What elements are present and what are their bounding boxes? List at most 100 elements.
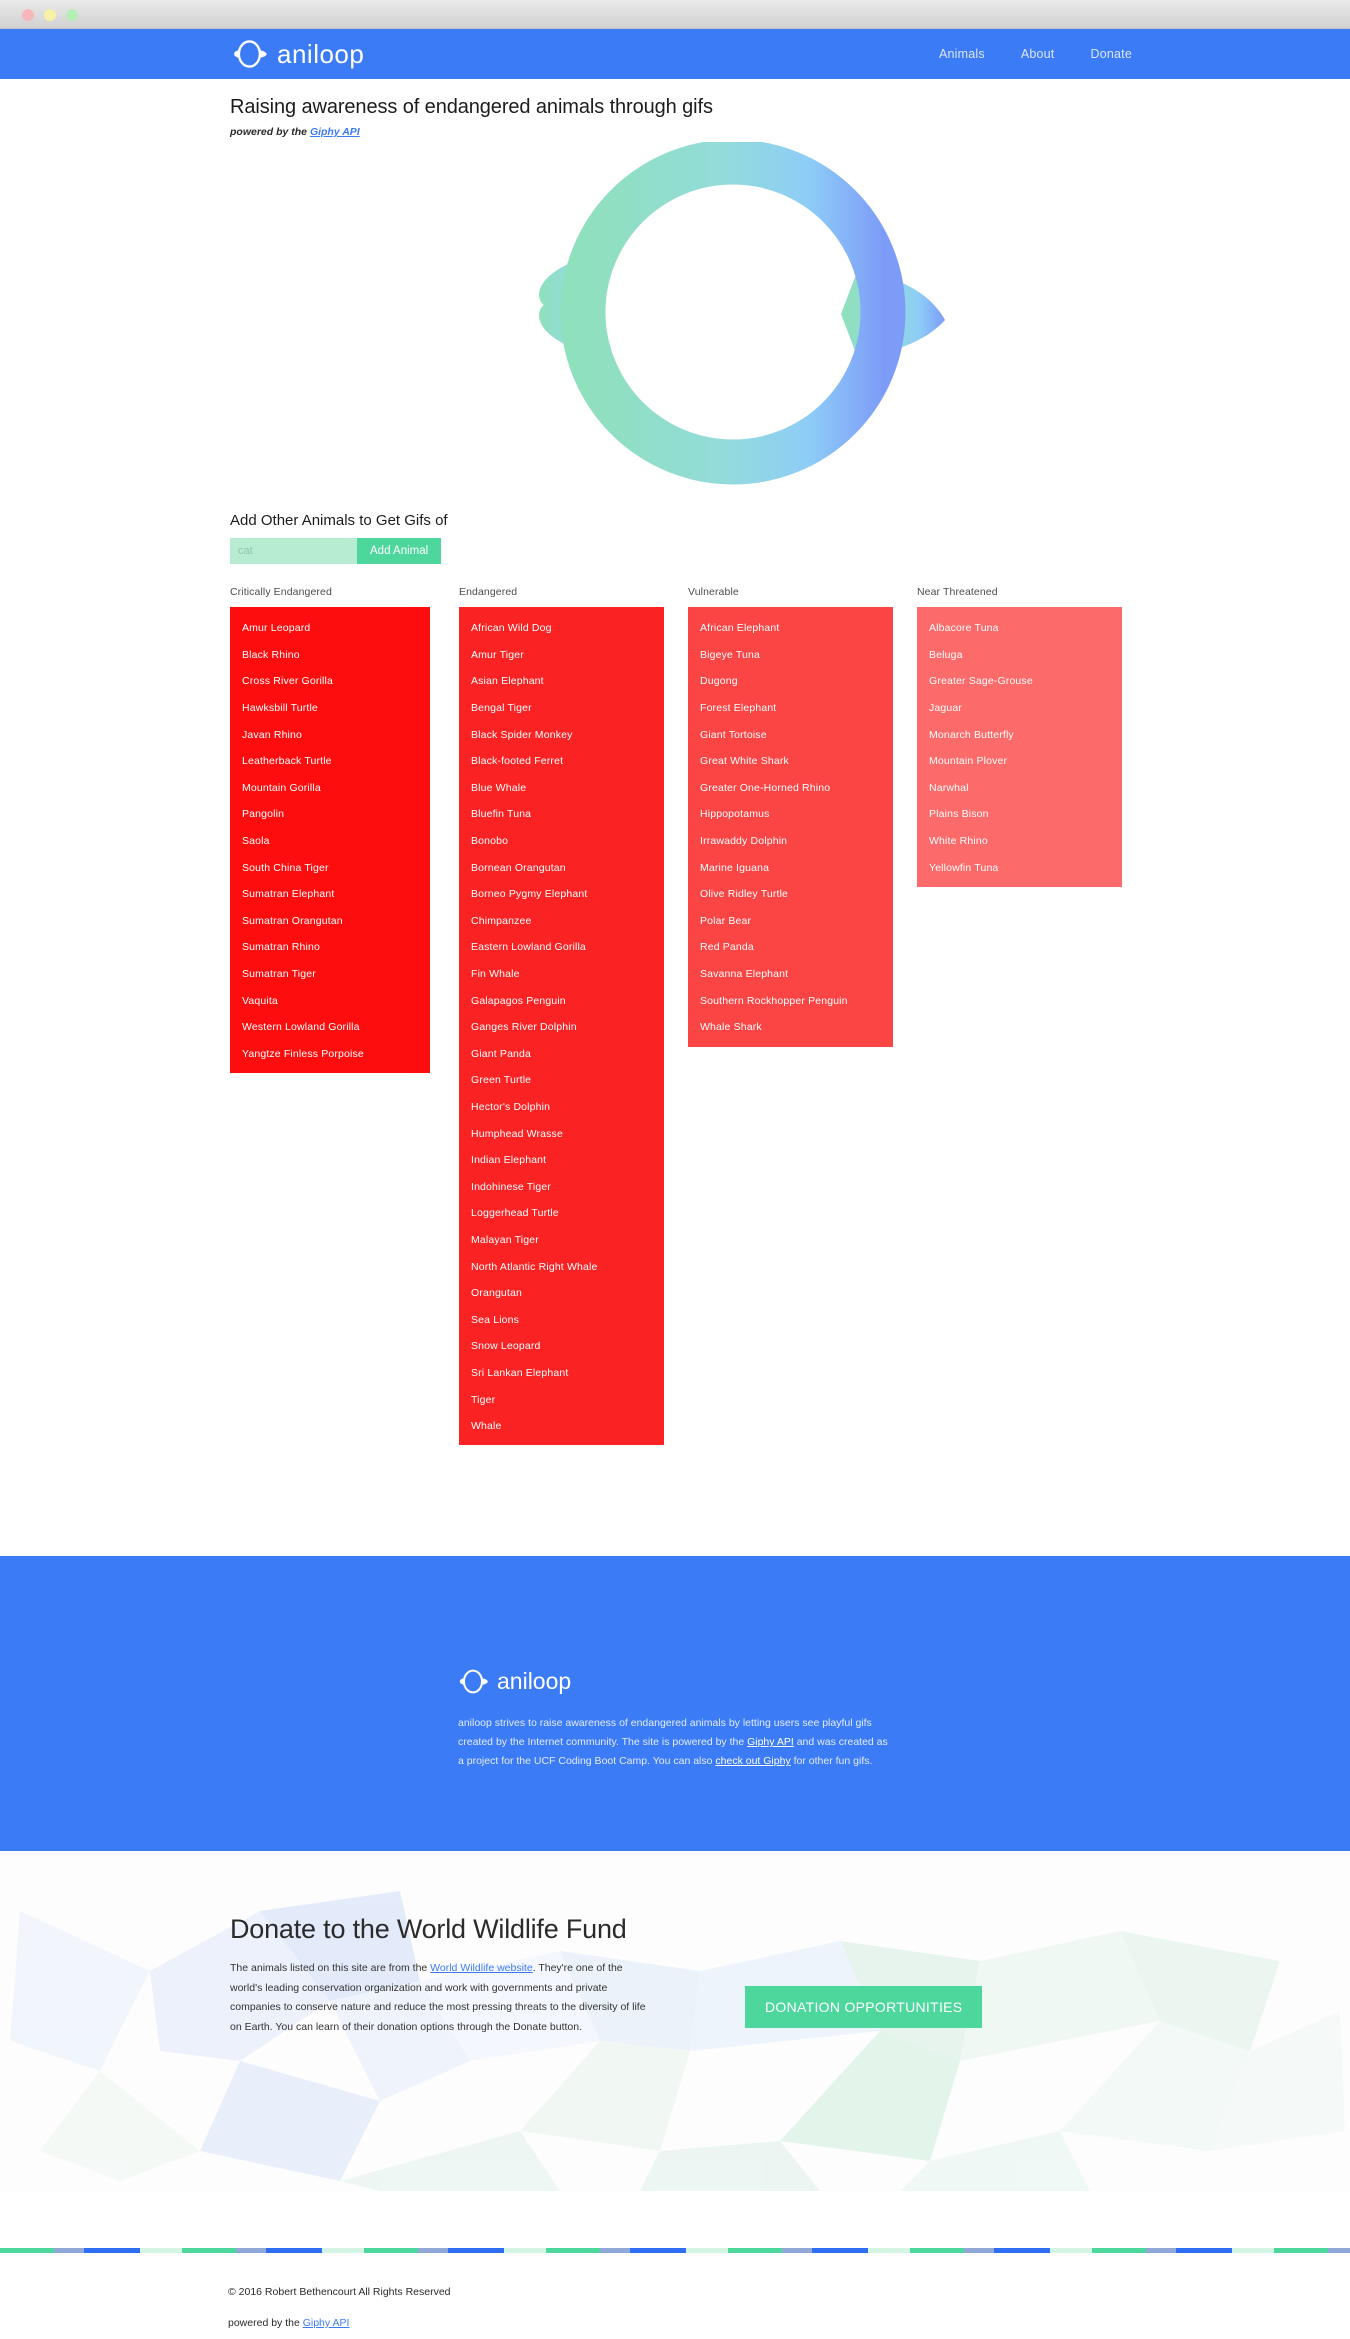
- animal-list-item[interactable]: Galapagos Penguin: [459, 987, 664, 1014]
- animal-list-item[interactable]: Fin Whale: [459, 961, 664, 988]
- about-text-3: for other fun gifs.: [790, 1755, 873, 1768]
- hero-powered-prefix: powered by the: [230, 126, 310, 138]
- animal-list-item[interactable]: Plains Bison: [917, 801, 1122, 828]
- animal-columns: Critically Endangered Amur Leopard Black …: [230, 586, 1240, 1446]
- animal-list-item[interactable]: Polar Bear: [688, 908, 893, 935]
- animal-list-item[interactable]: Savanna Elephant: [688, 961, 893, 988]
- animal-list-item[interactable]: African Elephant: [688, 615, 893, 642]
- animal-list-item[interactable]: Red Panda: [688, 934, 893, 961]
- column-heading: Critically Endangered: [230, 586, 332, 598]
- animal-list-item[interactable]: Asian Elephant: [459, 668, 664, 695]
- animal-list-item[interactable]: Leatherback Turtle: [230, 748, 430, 775]
- animal-list-item[interactable]: Bornean Orangutan: [459, 854, 664, 881]
- animal-list-item[interactable]: Green Turtle: [459, 1067, 664, 1094]
- close-window-button[interactable]: [22, 9, 34, 21]
- animal-list-item[interactable]: Bigeye Tuna: [688, 642, 893, 669]
- animal-list-item[interactable]: African Wild Dog: [459, 615, 664, 642]
- animal-list-item[interactable]: Bonobo: [459, 828, 664, 855]
- animal-list-item[interactable]: Greater One-Horned Rhino: [688, 775, 893, 802]
- animal-list-item[interactable]: Black Spider Monkey: [459, 721, 664, 748]
- animal-list-item[interactable]: Giant Panda: [459, 1041, 664, 1068]
- animal-list-item[interactable]: Eastern Lowland Gorilla: [459, 934, 664, 961]
- animal-list-item[interactable]: Amur Leopard: [230, 615, 430, 642]
- animal-list-item[interactable]: Sri Lankan Elephant: [459, 1360, 664, 1387]
- animal-list-item[interactable]: Whale Shark: [688, 1014, 893, 1041]
- animal-list-item[interactable]: Monarch Butterfly: [917, 721, 1122, 748]
- add-animal-button[interactable]: Add Animal: [357, 538, 442, 564]
- animal-list-item[interactable]: Albacore Tuna: [917, 615, 1122, 642]
- animal-list-item[interactable]: Western Lowland Gorilla: [230, 1014, 430, 1041]
- animal-list-item[interactable]: Borneo Pygmy Elephant: [459, 881, 664, 908]
- animal-list-item[interactable]: Humphead Wrasse: [459, 1120, 664, 1147]
- animal-list-item[interactable]: Sumatran Orangutan: [230, 908, 430, 935]
- animal-list-item[interactable]: Giant Tortoise: [688, 721, 893, 748]
- navbar-brand[interactable]: aniloop: [232, 38, 364, 70]
- animal-list-item[interactable]: Yangtze Finless Porpoise: [230, 1041, 430, 1068]
- animal-list-item[interactable]: South China Tiger: [230, 854, 430, 881]
- animal-list-item[interactable]: Sumatran Rhino: [230, 934, 430, 961]
- animal-list-item[interactable]: Narwhal: [917, 775, 1122, 802]
- add-animal-label: Add Other Animals to Get Gifs of: [230, 512, 448, 529]
- animal-list-item[interactable]: Orangutan: [459, 1280, 664, 1307]
- animal-list-item[interactable]: Whale: [459, 1413, 664, 1440]
- animal-list-item[interactable]: Irrawaddy Dolphin: [688, 828, 893, 855]
- navbar-brand-text: aniloop: [277, 38, 365, 69]
- nav-link-about[interactable]: About: [1021, 47, 1055, 61]
- animal-list-item[interactable]: Hawksbill Turtle: [230, 695, 430, 722]
- animal-list-item[interactable]: Olive Ridley Turtle: [688, 881, 893, 908]
- about-giphy-api-link[interactable]: Giphy API: [747, 1736, 794, 1748]
- animal-list-item[interactable]: Blue Whale: [459, 775, 664, 802]
- animal-list-item[interactable]: Beluga: [917, 642, 1122, 669]
- animal-list-item[interactable]: Vaquita: [230, 987, 430, 1014]
- animal-list-item[interactable]: Mountain Plover: [917, 748, 1122, 775]
- animal-list-item[interactable]: Javan Rhino: [230, 721, 430, 748]
- animal-list-item[interactable]: Ganges River Dolphin: [459, 1014, 664, 1041]
- about-check-out-giphy-link[interactable]: check out Giphy: [715, 1755, 790, 1767]
- footer-giphy-link[interactable]: Giphy API: [303, 2317, 350, 2329]
- animal-list-item[interactable]: White Rhino: [917, 828, 1122, 855]
- animal-list-item[interactable]: Tiger: [459, 1386, 664, 1413]
- animal-list-item[interactable]: Sumatran Elephant: [230, 881, 430, 908]
- animal-list-item[interactable]: Chimpanzee: [459, 908, 664, 935]
- animal-list-item[interactable]: Hector's Dolphin: [459, 1094, 664, 1121]
- animal-list-item[interactable]: Southern Rockhopper Penguin: [688, 987, 893, 1014]
- animal-list-item[interactable]: Amur Tiger: [459, 642, 664, 669]
- animal-list-item[interactable]: Yellowfin Tuna: [917, 854, 1122, 881]
- animal-list-item[interactable]: Sea Lions: [459, 1306, 664, 1333]
- animal-list-item[interactable]: Pangolin: [230, 801, 430, 828]
- animal-list-item[interactable]: Black Rhino: [230, 642, 430, 669]
- animal-list-item[interactable]: Malayan Tiger: [459, 1227, 664, 1254]
- animal-list-item[interactable]: Loggerhead Turtle: [459, 1200, 664, 1227]
- animal-list-vulnerable: African Elephant Bigeye Tuna Dugong Forest …: [688, 607, 893, 1047]
- column-endangered: Endangered African Wild Dog Amur Tiger Asi…: [459, 586, 688, 1446]
- animal-list-item[interactable]: Saola: [230, 828, 430, 855]
- animal-list-item[interactable]: Jaguar: [917, 695, 1122, 722]
- add-animal-input[interactable]: [230, 538, 357, 564]
- animal-list-item[interactable]: Black-footed Ferret: [459, 748, 664, 775]
- animal-list-item[interactable]: Mountain Gorilla: [230, 775, 430, 802]
- nav-link-donate[interactable]: Donate: [1090, 47, 1132, 61]
- animal-list-item[interactable]: Cross River Gorilla: [230, 668, 430, 695]
- hero-giphy-link[interactable]: Giphy API: [310, 126, 360, 138]
- column-vulnerable: Vulnerable African Elephant Bigeye Tuna Du…: [688, 586, 917, 1445]
- animal-list-item[interactable]: Snow Leopard: [459, 1333, 664, 1360]
- animal-list-item[interactable]: Indian Elephant: [459, 1147, 664, 1174]
- donation-opportunities-button[interactable]: DONATION OPPORTUNITIES: [745, 1986, 983, 2028]
- animal-list-item[interactable]: Marine Iguana: [688, 854, 893, 881]
- animal-list-item[interactable]: Indohinese Tiger: [459, 1173, 664, 1200]
- add-animal-form: Add Animal: [230, 538, 1240, 564]
- animal-list-item[interactable]: Hippopotamus: [688, 801, 893, 828]
- nav-link-animals[interactable]: Animals: [939, 47, 985, 61]
- animal-list-item[interactable]: North Atlantic Right Whale: [459, 1253, 664, 1280]
- animal-list-item[interactable]: Sumatran Tiger: [230, 961, 430, 988]
- animal-list-item[interactable]: Greater Sage-Grouse: [917, 668, 1122, 695]
- animal-list-item[interactable]: Forest Elephant: [688, 695, 893, 722]
- animal-list-item[interactable]: Bengal Tiger: [459, 695, 664, 722]
- minimize-window-button[interactable]: [44, 9, 56, 21]
- about-description: aniloop strives to raise awareness of en…: [458, 1714, 896, 1772]
- animal-list-item[interactable]: Great White Shark: [688, 748, 893, 775]
- animal-list-item[interactable]: Bluefin Tuna: [459, 801, 664, 828]
- animal-list-item[interactable]: Dugong: [688, 668, 893, 695]
- zoom-window-button[interactable]: [66, 9, 78, 21]
- world-wildlife-website-link[interactable]: World Wildlife website: [430, 1962, 533, 1974]
